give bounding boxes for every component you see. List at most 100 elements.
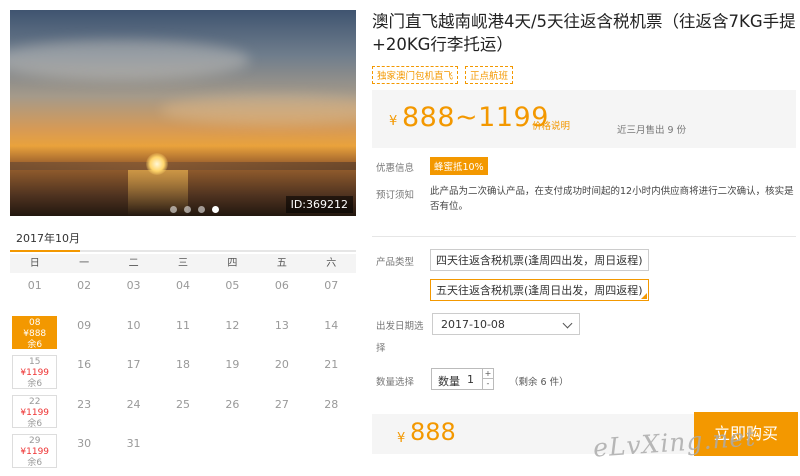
gallery-dot-active[interactable] [212, 206, 219, 213]
day-number: 14 [324, 318, 339, 332]
day-number: 07 [324, 279, 339, 292]
day-number: 03 [126, 279, 141, 292]
day-number: 21 [324, 358, 339, 371]
weekday-label: 四 [227, 258, 238, 269]
date-select-label-cont: 择 [376, 343, 386, 354]
calendar-grid: 01 02 03 04 05 06 07 08 ¥888 余6 09 10 11… [10, 273, 356, 471]
day-price: ¥1199 [20, 447, 50, 457]
day-number: 10 [126, 318, 141, 332]
price-explain-link[interactable]: 价格说明 [532, 118, 570, 132]
day-number: 11 [175, 318, 190, 332]
calendar-day-priced[interactable]: 29 ¥1199 余6 [12, 434, 58, 468]
calendar-day: 11 [158, 313, 207, 353]
day-price: ¥888 [23, 328, 47, 339]
product-tag: 独家澳门包机直飞 [372, 66, 459, 84]
calendar-month-tab[interactable]: 2017年10月 [16, 230, 80, 246]
calendar-day: 23 [59, 392, 108, 432]
product-tag: 正点航班 [465, 66, 514, 84]
quantity-spinner: + - [482, 369, 493, 389]
weekday-label: 五 [276, 258, 287, 269]
calendar-day: 28 [307, 392, 356, 432]
calendar-day: 17 [109, 352, 158, 392]
calendar-day: 19 [208, 352, 257, 392]
product-type-option-4day[interactable]: 四天往返含税机票(逢周四出发，周日返程) [430, 249, 649, 271]
weekday-label: 六 [326, 258, 337, 269]
increment-icon[interactable]: + [483, 369, 493, 379]
gallery-dots [170, 206, 219, 213]
day-number: 26 [225, 397, 240, 411]
calendar-day: 26 [208, 392, 257, 432]
day-number: 27 [274, 397, 289, 411]
total-currency: ¥ [397, 431, 406, 446]
calendar-day: 03 [109, 273, 158, 313]
day-stock: 余6 [27, 458, 43, 468]
quantity-stepper[interactable]: 数量 1 + - [431, 368, 494, 390]
calendar-day: 13 [257, 313, 306, 353]
weekday-label: 二 [128, 258, 139, 269]
day-number: 31 [126, 437, 141, 450]
calendar-day-priced-selected[interactable]: 08 ¥888 余6 [12, 315, 58, 350]
day-number: 13 [274, 318, 289, 332]
promo-label: 优惠信息 [376, 163, 415, 174]
day-number: 16 [77, 358, 92, 371]
product-type-option-5day[interactable]: 五天往返含税机票(逢周日出发，周四返程) [430, 279, 649, 301]
product-photo[interactable]: ID:369212 [10, 10, 356, 216]
departure-date-value: 2017-10-08 [441, 318, 505, 331]
quantity-field-label: 数量 [438, 375, 460, 388]
date-select-label: 出发日期选 [376, 321, 424, 332]
quantity-value[interactable]: 1 [467, 373, 474, 386]
product-title: 澳门直飞越南岘港4天/5天往返含税机票（往返含7KG手提+20KG行李托运） [372, 12, 796, 54]
quantity-label: 数量选择 [376, 377, 415, 388]
calendar-day: 27 [257, 392, 306, 432]
day-price: ¥1199 [20, 368, 50, 378]
calendar-day: 16 [59, 352, 108, 392]
weekday-label: 三 [177, 258, 188, 269]
gallery-dot[interactable] [198, 206, 205, 213]
chevron-down-icon [562, 318, 573, 329]
calendar-weekday-header: 日 一 二 三 四 五 六 [10, 254, 356, 273]
gallery-dot[interactable] [184, 206, 191, 213]
calendar-day-priced[interactable]: 15 ¥1199 余6 [12, 355, 58, 389]
calendar-day: 21 [307, 352, 356, 392]
gallery-dot[interactable] [170, 206, 177, 213]
day-number: 02 [77, 279, 92, 292]
day-number: 29 [28, 436, 41, 446]
calendar-day: 14 [307, 313, 356, 353]
calendar-day-priced[interactable]: 22 ¥1199 余6 [12, 394, 58, 429]
calendar-day: 25 [158, 392, 207, 432]
decrement-icon[interactable]: - [483, 379, 493, 389]
calendar-day: 30 [59, 431, 108, 471]
calendar-day: 09 [59, 313, 108, 353]
day-number: 01 [27, 279, 42, 292]
calendar-tab-indicator [10, 250, 80, 252]
day-stock: 余6 [27, 379, 43, 389]
photo-sun [146, 153, 168, 175]
price-box: ¥ 888~1199 价格说明 近三月售出 9 份 [372, 90, 796, 148]
stock-remaining: （剩余 6 件） [509, 377, 569, 388]
day-number: 24 [126, 397, 141, 411]
day-number: 19 [225, 358, 240, 371]
total-price: 888 [410, 418, 456, 446]
calendar-day: 24 [109, 392, 158, 432]
product-type-label: 产品类型 [376, 257, 415, 268]
photo-cloud [160, 95, 356, 125]
day-number: 23 [77, 397, 92, 411]
day-number: 15 [28, 357, 41, 367]
calendar-day: 20 [257, 352, 306, 392]
calendar: 日 一 二 三 四 五 六 01 02 03 04 05 06 07 08 ¥8… [10, 254, 356, 471]
day-number: 28 [324, 397, 339, 411]
weekday-label: 一 [79, 258, 90, 269]
day-number: 05 [225, 279, 240, 292]
calendar-day: 05 [208, 273, 257, 313]
departure-date-select[interactable]: 2017-10-08 [432, 313, 580, 335]
day-stock: 余6 [27, 418, 43, 429]
day-number: 04 [175, 279, 190, 292]
calendar-day: 04 [158, 273, 207, 313]
day-number: 18 [175, 358, 190, 371]
divider [372, 236, 796, 237]
calendar-day: 07 [307, 273, 356, 313]
calendar-day: 10 [109, 313, 158, 353]
booking-notice: 此产品为二次确认产品，在支付成功时间起的12小时内供应商将进行二次确认，核实是否… [430, 186, 794, 212]
price-range: 888~1199 [402, 102, 549, 133]
day-number: 20 [274, 358, 289, 371]
